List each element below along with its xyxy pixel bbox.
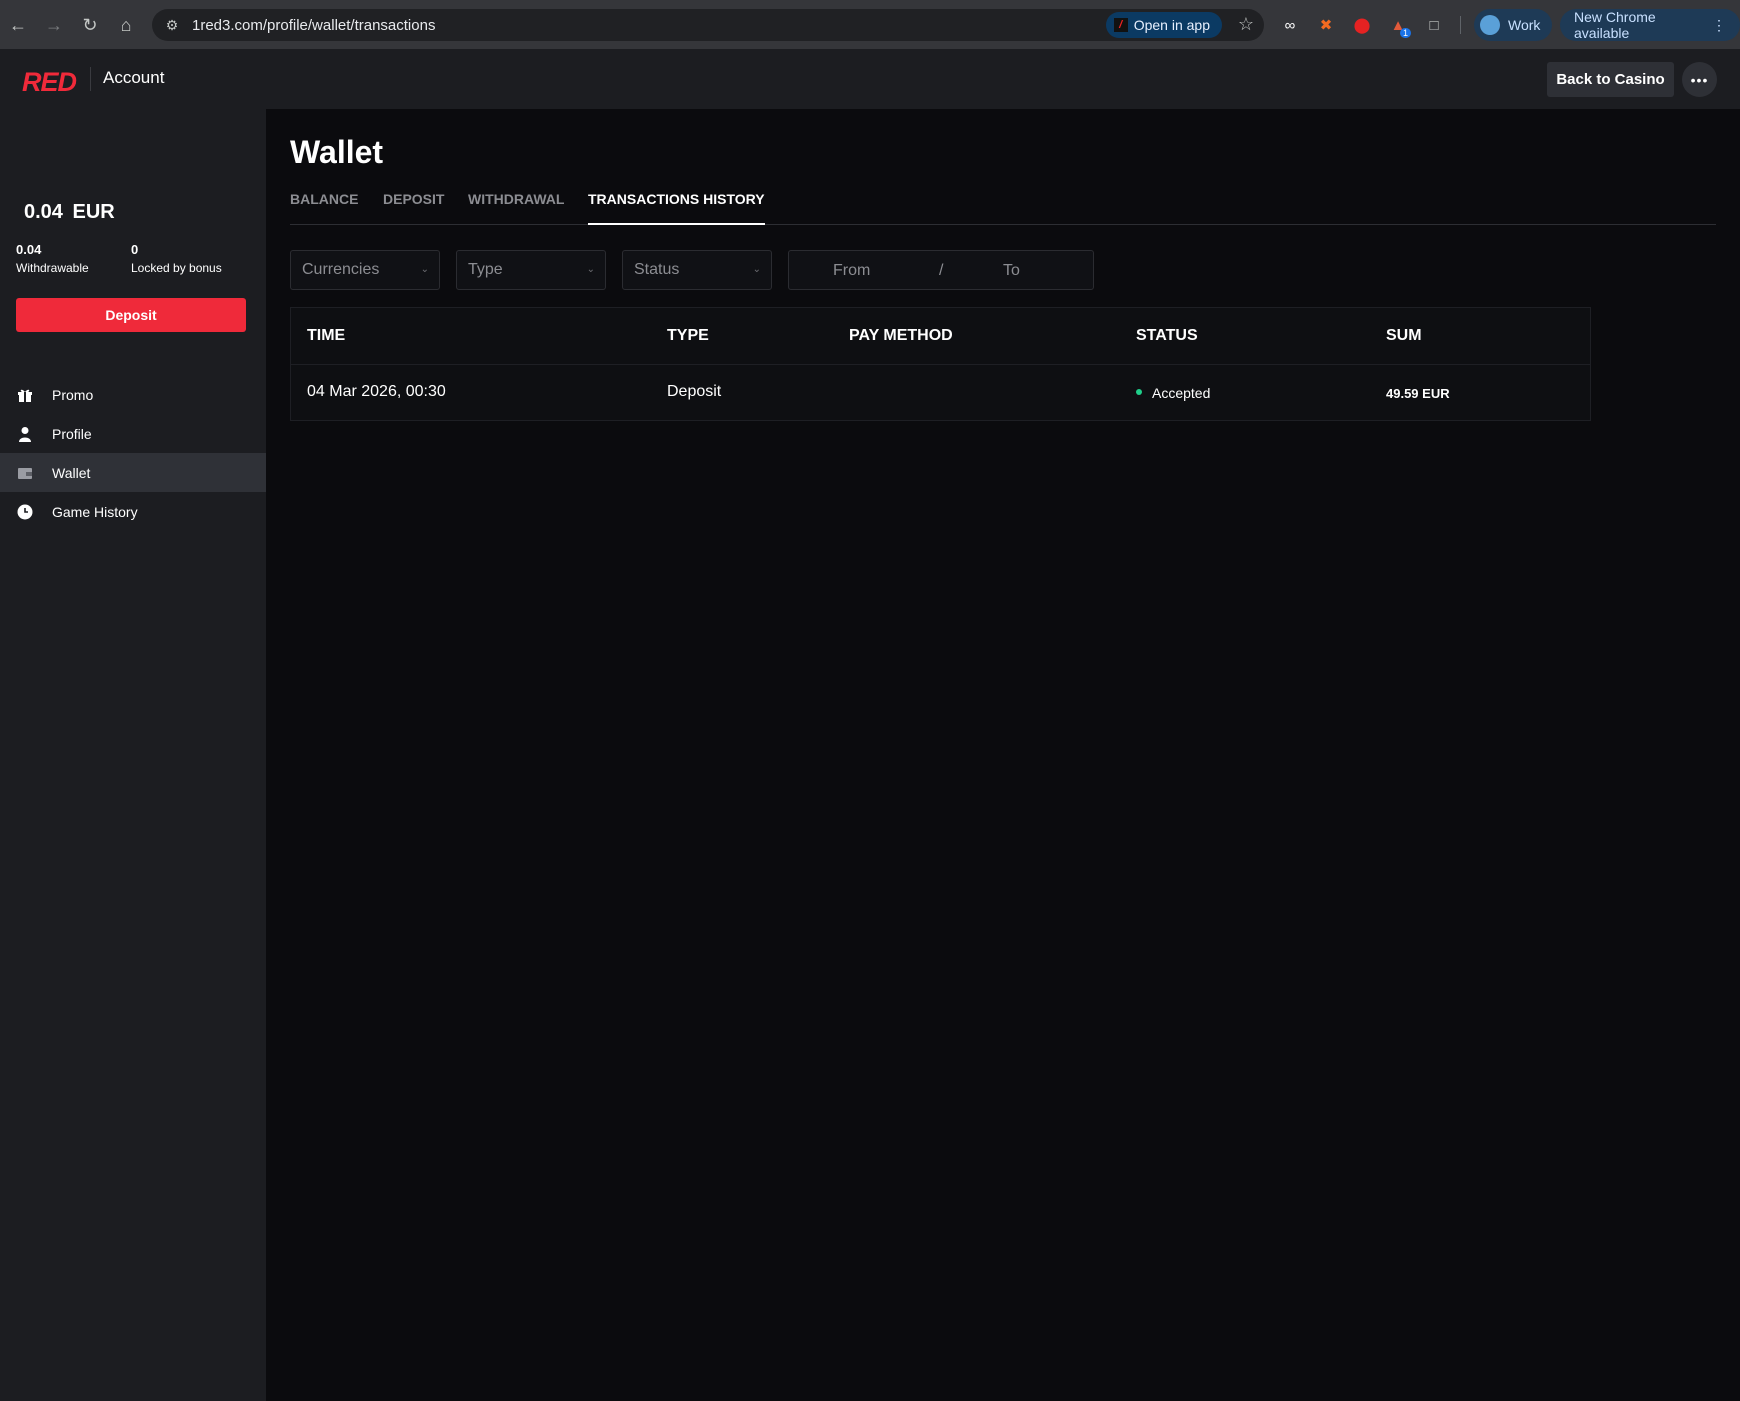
profile-avatar (1480, 15, 1500, 35)
currencies-placeholder: Currencies (302, 261, 380, 278)
chevron-down-icon: ⌄ (420, 264, 429, 275)
tab-transactions-history[interactable]: TRANSACTIONS HISTORY (588, 191, 765, 225)
extension-link-icon[interactable]: ∞ (1277, 12, 1303, 38)
table-header: TIME TYPE PAY METHOD STATUS SUM (291, 308, 1590, 365)
tab-deposit[interactable]: DEPOSIT (383, 191, 444, 225)
extension-badge: 1 (1399, 28, 1411, 38)
bookmark-star-icon[interactable]: ☆ (1238, 14, 1254, 35)
profile-label: Work (1508, 17, 1541, 33)
sidebar-deposit-button[interactable]: Deposit (16, 298, 246, 332)
clock-icon (16, 503, 34, 521)
status-label: Accepted (1152, 385, 1211, 401)
locked-value: 0 (131, 242, 139, 257)
locked-bonus-block: 0 Locked by bonus (131, 242, 222, 275)
sidebar-item-label: Game History (52, 503, 138, 520)
sidebar-item-label: Promo (52, 386, 94, 403)
more-options-button[interactable]: ••• (1682, 62, 1717, 97)
column-header-pay-method: PAY METHOD (849, 327, 953, 344)
withdrawable-label: Withdrawable (16, 261, 89, 275)
back-to-casino-button[interactable]: Back to Casino (1547, 62, 1674, 97)
wallet-icon (16, 464, 34, 482)
extensions-puzzle-icon[interactable]: □ (1421, 12, 1447, 38)
forward-arrow-icon[interactable]: → (36, 7, 72, 43)
kebab-menu-icon: ⋮ (1712, 16, 1726, 33)
page-title: Wallet (290, 134, 384, 170)
sidebar-item-game-history[interactable]: Game History (0, 492, 266, 531)
cell-sum: 49.59 EUR (1386, 386, 1450, 401)
status-placeholder: Status (634, 261, 680, 278)
extension-rocket-icon[interactable]: ▲ 1 (1385, 12, 1411, 38)
balance-amount: 0.04 EUR (24, 201, 115, 223)
gift-icon (16, 386, 34, 404)
date-range-picker[interactable]: From / To (788, 250, 1094, 290)
status-dot-icon (1136, 389, 1142, 396)
cell-status: Accepted (1136, 385, 1210, 401)
date-from-input[interactable]: From (833, 262, 870, 280)
header-divider (90, 67, 91, 91)
back-arrow-icon[interactable]: ← (0, 7, 36, 43)
wallet-tabs: BALANCE DEPOSIT WITHDRAWAL TRANSACTIONS … (290, 191, 1716, 225)
table-row: 04 Mar 2026, 00:30 Deposit Accepted 49.5… (291, 365, 1590, 421)
column-header-status: STATUS (1136, 327, 1198, 344)
browser-toolbar: ← → ↻ ⌂ ⚙ 1red3.com/profile/wallet/trans… (0, 0, 1740, 49)
user-icon (16, 425, 34, 443)
url-text[interactable]: 1red3.com/profile/wallet/transactions (192, 17, 435, 34)
chrome-update-button[interactable]: New Chrome available ⋮ (1560, 9, 1740, 41)
date-to-input[interactable]: To (1003, 262, 1020, 280)
transactions-table: TIME TYPE PAY METHOD STATUS SUM 04 Mar 2… (290, 307, 1591, 421)
chevron-down-icon: ⌄ (752, 264, 761, 275)
cell-time: 04 Mar 2026, 00:30 (307, 383, 446, 400)
address-bar[interactable]: ⚙ 1red3.com/profile/wallet/transactions … (152, 9, 1264, 41)
column-header-type: TYPE (667, 327, 709, 344)
sidebar-menu: Promo Profile Wallet Game History (0, 375, 266, 531)
withdrawable-block: 0.04 Withdrawable (16, 242, 89, 275)
status-select[interactable]: Status ⌄ (622, 250, 772, 290)
sidebar: 0.04 EUR 0.04 Withdrawable 0 Locked by b… (0, 109, 266, 1401)
currencies-select[interactable]: Currencies ⌄ (290, 250, 440, 290)
sidebar-item-wallet[interactable]: Wallet (0, 453, 266, 492)
sidebar-item-label: Wallet (52, 464, 91, 481)
extension-target-icon[interactable]: ✖ (1313, 12, 1339, 38)
open-in-app-button[interactable]: / Open in app (1105, 12, 1222, 38)
type-select[interactable]: Type ⌄ (456, 250, 606, 290)
open-in-app-label: Open in app (1133, 17, 1210, 33)
chevron-down-icon: ⌄ (586, 264, 595, 275)
app-icon: / (1113, 18, 1128, 32)
reload-icon[interactable]: ↻ (72, 7, 108, 43)
main-content: Wallet BALANCE DEPOSIT WITHDRAWAL TRANSA… (266, 109, 1740, 1401)
cell-type: Deposit (667, 383, 722, 400)
brand-logo[interactable]: RED (22, 67, 77, 98)
type-placeholder: Type (468, 261, 503, 278)
toolbar-divider (1460, 16, 1461, 34)
date-separator: / (939, 262, 944, 279)
tab-withdrawal[interactable]: WITHDRAWAL (468, 191, 564, 225)
sidebar-item-promo[interactable]: Promo (0, 375, 266, 414)
extension-shield-icon[interactable]: ⬤ (1349, 12, 1375, 38)
sidebar-item-profile[interactable]: Profile (0, 414, 266, 453)
sidebar-item-label: Profile (52, 425, 92, 442)
profile-chip[interactable]: Work (1474, 9, 1553, 41)
withdrawable-value: 0.04 (16, 242, 42, 257)
header-title: Account (103, 68, 165, 87)
site-header: RED Account Back to Casino ••• (0, 49, 1740, 109)
column-header-sum: SUM (1386, 327, 1422, 344)
locked-label: Locked by bonus (131, 261, 222, 275)
column-header-time: TIME (307, 327, 346, 344)
tab-balance[interactable]: BALANCE (290, 191, 358, 225)
site-settings-icon[interactable]: ⚙ (156, 17, 188, 34)
home-icon[interactable]: ⌂ (108, 7, 144, 43)
update-label: New Chrome available (1574, 9, 1656, 41)
